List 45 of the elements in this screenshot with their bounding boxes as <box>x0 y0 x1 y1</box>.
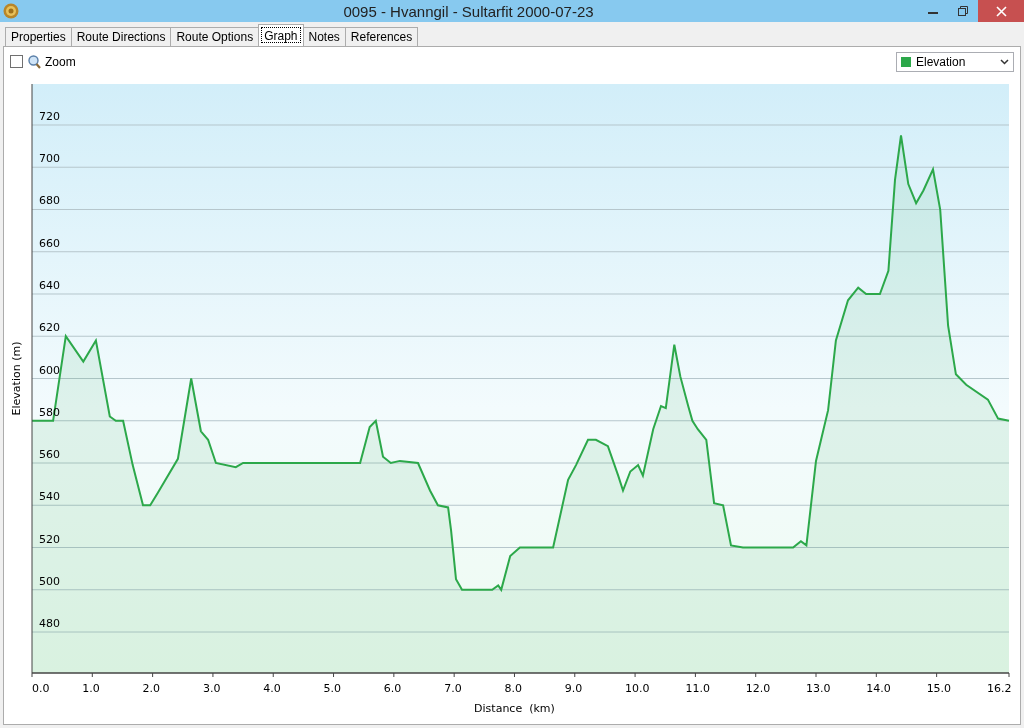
y-tick-label: 720 <box>39 110 60 123</box>
caret-icon <box>1000 58 1009 65</box>
x-tick-label: 13.0 <box>806 682 831 695</box>
x-tick-label: 12.0 <box>745 682 771 695</box>
y-tick-label: 640 <box>39 279 60 292</box>
close-button[interactable] <box>978 0 1024 22</box>
tab[interactable]: Properties <box>5 27 72 46</box>
y-tick-label: 560 <box>39 448 60 461</box>
close-icon <box>995 5 1007 17</box>
y-tick-label: 700 <box>39 152 60 166</box>
y-tick-label: 680 <box>39 194 60 208</box>
x-tick-label: 2.0 <box>142 682 161 695</box>
series-dropdown[interactable]: Elevation <box>896 51 1014 72</box>
app-icon <box>3 3 19 19</box>
x-tick-label: 7.0 <box>444 682 462 695</box>
x-tick-label: 11.0 <box>685 682 710 695</box>
x-tick-label: 10.0 <box>625 682 650 695</box>
restore-icon <box>958 6 968 16</box>
y-tick-label: 660 <box>39 236 60 250</box>
y-tick-label: 620 <box>39 321 60 335</box>
zoom-label: Zoom <box>45 54 76 69</box>
x-tick-label: 16.2 <box>987 682 1012 695</box>
y-tick-label: 480 <box>39 617 60 630</box>
tab[interactable]: Route Options <box>170 27 260 46</box>
x-tick-label: 5.0 <box>323 682 342 695</box>
x-tick-label: 9.0 <box>564 682 583 695</box>
tab[interactable]: Graph <box>258 24 304 46</box>
zoom-checkbox[interactable] <box>10 55 23 68</box>
y-tick-label: 500 <box>39 574 60 588</box>
window-title: 0095 - Hvanngil - Sultarfit 2000-07-23 <box>342 2 595 20</box>
x-tick-label: 1.0 <box>82 682 100 695</box>
x-tick-label: 8.0 <box>504 682 522 695</box>
x-tick-label: 6.0 <box>383 682 402 695</box>
y-tick-label: 540 <box>39 490 60 504</box>
x-tick-label: 4.0 <box>263 682 281 695</box>
y-tick-label: 520 <box>39 532 60 546</box>
x-tick-label: 14.0 <box>866 682 891 695</box>
x-tick-label: 0.0 <box>32 682 50 695</box>
x-axis-title: Distance (km) <box>474 702 555 715</box>
y-axis-title: Elevation (m) <box>10 341 23 416</box>
x-tick-label: 15.0 <box>926 682 952 695</box>
x-tick-label: 3.0 <box>202 682 221 695</box>
tab[interactable]: References <box>344 27 419 46</box>
magnifier-icon <box>28 54 41 69</box>
y-tick-label: 600 <box>39 363 60 377</box>
